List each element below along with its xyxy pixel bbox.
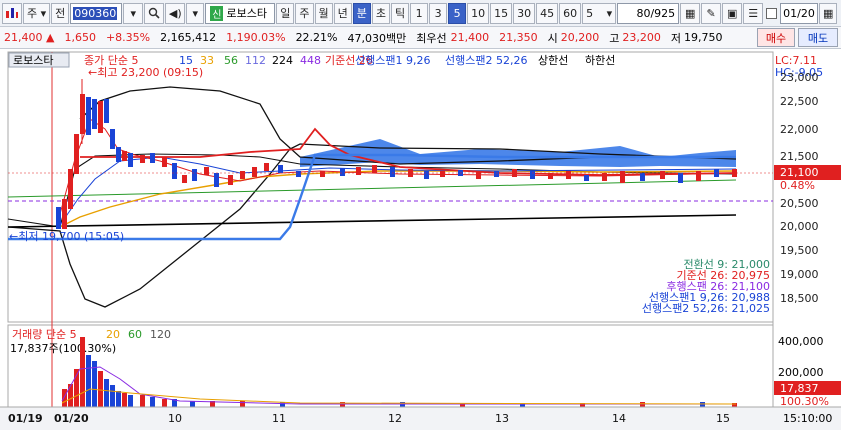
new-badge: 신: [210, 5, 224, 21]
period-week[interactable]: 주: [295, 2, 314, 24]
best-bid: 21,350: [499, 31, 538, 44]
interval-15[interactable]: 15: [490, 2, 513, 24]
price-tick: 21,500: [780, 150, 819, 163]
date-checkbox[interactable]: [766, 7, 778, 19]
current-price: 21,400 ▲: [4, 31, 55, 44]
legend-item: 상한선: [538, 54, 568, 67]
time-axis-label: 14: [612, 412, 626, 425]
time-axis-label: 01/19: [8, 412, 43, 425]
volume-legend-item: 120: [150, 328, 171, 341]
price-tick: 19,500: [780, 244, 819, 257]
turnover-rate: 22.21%: [295, 31, 338, 44]
open-price: 20,200: [560, 31, 600, 44]
time-axis-label: 01/20: [54, 412, 89, 425]
price-tick: 20,000: [780, 220, 819, 233]
change-percent: +8.35%: [105, 31, 151, 44]
interval-45[interactable]: 45: [536, 2, 559, 24]
volume-legend-item: 거래량 단순 5: [12, 328, 77, 341]
interval-1[interactable]: 1: [410, 2, 429, 24]
interval-60[interactable]: 60: [559, 2, 582, 24]
legend-item: 선행스팬2 52,26: [445, 54, 527, 67]
volume-current-tag-text: 17,837: [780, 382, 819, 395]
max-price-label: ←최고 23,200 (09:15): [88, 66, 203, 79]
high-price: 23,200: [622, 31, 661, 44]
prev-button[interactable]: 전: [51, 2, 70, 24]
tools-icon[interactable]: ✎: [701, 2, 722, 24]
period-tick[interactable]: 틱: [391, 2, 410, 24]
legend-item: 224: [272, 54, 293, 67]
volume-ratio: 1,190.03%: [226, 31, 286, 44]
volume-legend-item: 60: [128, 328, 142, 341]
interval-30[interactable]: 30: [513, 2, 536, 24]
data-count-field[interactable]: 80/925: [617, 2, 680, 24]
settings-icon[interactable]: ☰: [743, 2, 764, 24]
market-select[interactable]: 주 ▾: [23, 2, 51, 24]
calendar-icon[interactable]: ▦: [819, 2, 838, 24]
trade-volume: 2,165,412: [160, 31, 217, 44]
volume-latest: 17,837주(100.30%): [10, 342, 116, 355]
volume-current-pct: 100.30%: [780, 395, 829, 408]
price-tick: 22,000: [780, 123, 819, 136]
quote-bar: 21,400 ▲ 1,650 +8.35% 2,165,412 1,190.03…: [0, 27, 841, 49]
legend-item: 하한선: [585, 53, 615, 67]
buy-button[interactable]: 매수: [757, 28, 795, 47]
time-axis-label: 10: [168, 412, 182, 425]
legend-item: 56: [224, 54, 238, 67]
date-input[interactable]: 01/20: [780, 2, 819, 24]
interval-3[interactable]: 3: [429, 2, 448, 24]
legend-item: 112: [245, 54, 266, 67]
chart-area[interactable]: 로보스타 종가 단순 5 15 33 56 112 224 448 기준선 26 선행스팬1 9…: [0, 49, 841, 430]
code-dropdown-icon[interactable]: ▾: [123, 2, 144, 24]
time-axis-label: 12: [388, 412, 402, 425]
price-tick: 22,500: [780, 95, 819, 108]
period-second[interactable]: 초: [371, 2, 391, 24]
period-day[interactable]: 일: [276, 2, 295, 24]
more-dropdown[interactable]: ▾: [186, 2, 205, 24]
best-ask: 21,400: [450, 31, 490, 44]
chart-svg[interactable]: 로보스타 종가 단순 5 15 33 56 112 224 448 기준선 26선행스팬1 9…: [0, 49, 841, 430]
time-axis-label: 11: [272, 412, 286, 425]
price-tick: 19,000: [780, 268, 819, 281]
high-label: 고: [609, 31, 620, 45]
price-change: 1,650: [64, 31, 96, 44]
volume-icon[interactable]: ◀): [165, 2, 186, 24]
volume-tick-2: 200,000: [778, 366, 824, 379]
period-month[interactable]: 월: [314, 2, 333, 24]
interval-10[interactable]: 10: [467, 2, 490, 24]
sell-button[interactable]: 매도: [798, 28, 838, 47]
price-tick: 23,000: [780, 71, 819, 84]
min-price-label: ←최저 19,700 (15:05): [9, 230, 124, 243]
period-year[interactable]: 년: [333, 2, 352, 24]
price-tick: 18,500: [780, 292, 819, 305]
time-axis-label: 15: [716, 412, 730, 425]
chart-toolbar: 주 ▾ 전 090360 ▾ ◀) ▾ 신 로보스타 일 주 월 년 분 초 틱 …: [0, 0, 841, 27]
indicator-value: 선행스팬2 52,26: 21,025: [642, 302, 770, 315]
save-icon[interactable]: ▣: [722, 2, 743, 24]
legend-item: 선행스팬1 9,26: [355, 54, 430, 67]
interval-select[interactable]: 5 ▾: [582, 2, 617, 24]
current-price-tag-text: 21,100: [780, 166, 819, 179]
stock-name-box: 신 로보스타: [205, 2, 276, 24]
volume-legend-item: 20: [106, 328, 120, 341]
trade-amount: 47,030백만: [347, 31, 407, 45]
legend-item: 448: [300, 54, 321, 67]
search-icon[interactable]: [144, 2, 165, 24]
price-pane: [7, 51, 774, 323]
current-pct-tag: 0.48%: [780, 179, 815, 192]
stock-tag-text: 로보스타: [13, 54, 53, 67]
low-label: 저: [670, 31, 681, 45]
open-label: 시: [547, 31, 558, 45]
grid-icon[interactable]: ▦: [680, 2, 701, 24]
price-tick: 20,500: [780, 197, 819, 210]
time-axis-label: 13: [495, 412, 509, 425]
low-price: 19,750: [684, 31, 723, 44]
best-quote-label: 최우선: [416, 31, 447, 45]
volume-tick-1: 400,000: [778, 335, 824, 348]
interval-5[interactable]: 5: [448, 2, 467, 24]
period-minute[interactable]: 분: [352, 2, 371, 24]
stock-code-input[interactable]: 090360: [70, 2, 123, 24]
time-label: 15:10:00: [783, 412, 832, 425]
chart-type-icon[interactable]: [2, 2, 22, 24]
